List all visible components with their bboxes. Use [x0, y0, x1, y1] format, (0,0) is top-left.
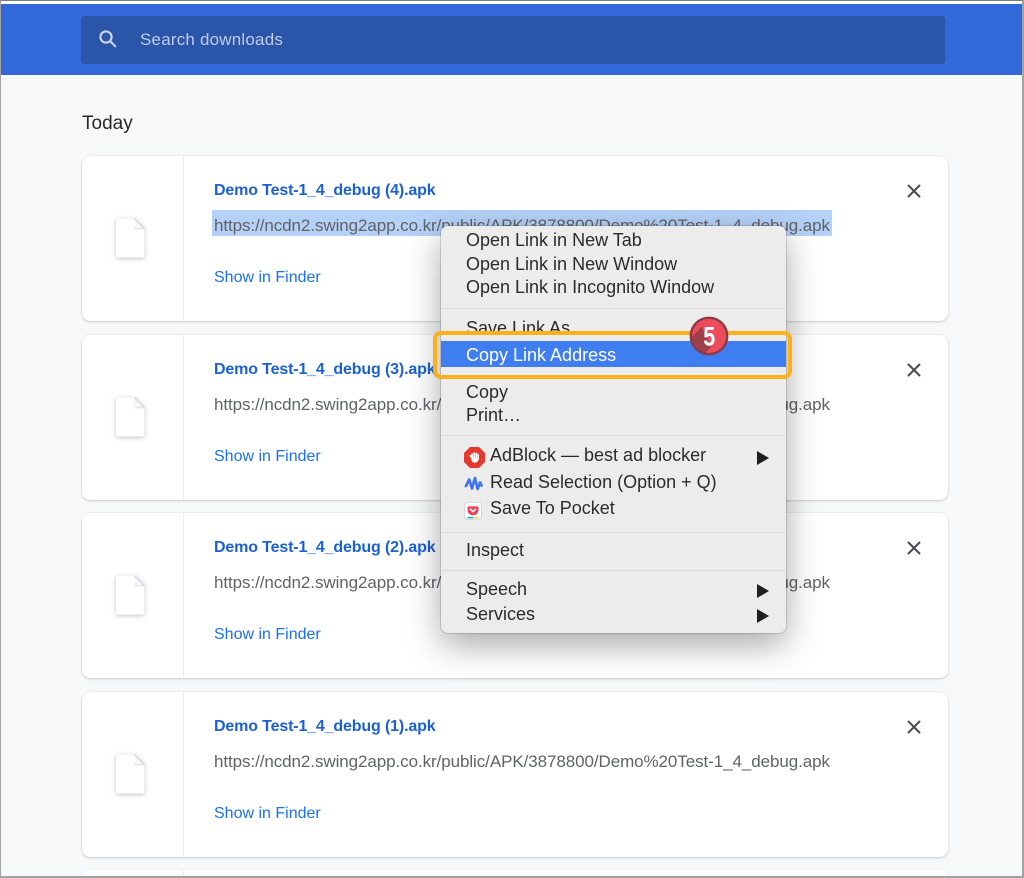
svg-text:5: 5 [703, 323, 715, 353]
